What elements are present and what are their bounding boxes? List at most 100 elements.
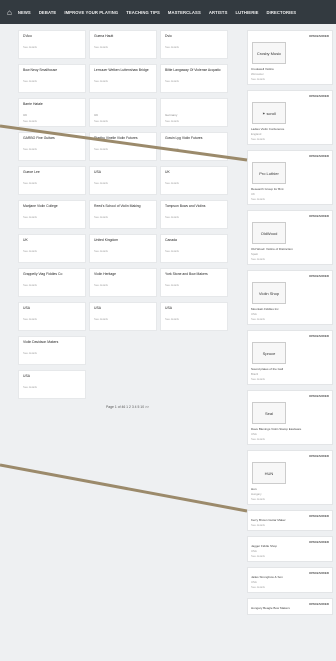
sidebar-listing-card[interactable]: OPEN/ADDED HUN Hun Hungary See details bbox=[247, 450, 333, 505]
home-icon[interactable]: ⌂ bbox=[7, 8, 12, 17]
card-details-link[interactable]: See details bbox=[94, 79, 152, 83]
listing-thumbnail[interactable]: Violin Shop bbox=[252, 282, 286, 304]
directory-card[interactable]: UK See details bbox=[160, 166, 228, 195]
listing-title[interactable]: Hungary Beagle Bow Makers bbox=[251, 606, 329, 610]
card-details-link[interactable]: See details bbox=[23, 317, 81, 321]
card-details-link[interactable]: See details bbox=[165, 215, 223, 219]
directory-card[interactable]: Grappelly Viag Fiddles Co See details bbox=[18, 268, 86, 297]
listing-title[interactable]: Kerry Brown Guitar Maker bbox=[251, 518, 329, 522]
directory-card[interactable]: Bow Neuy Smallhouse See details bbox=[18, 64, 86, 93]
listing-title[interactable]: Dave Blenings Violin Stamp Eastware bbox=[251, 427, 329, 431]
directory-card[interactable]: Tompson Bows and Violins See details bbox=[160, 200, 228, 229]
listing-title[interactable]: Mountain Fiddles Inc bbox=[251, 307, 329, 311]
card-details-link[interactable]: See details bbox=[94, 283, 152, 287]
card-details-link[interactable]: See details bbox=[165, 181, 223, 185]
sidebar-listing-card[interactable]: OPEN/ADDED Spruce Sound plates of the Gall… bbox=[247, 330, 333, 385]
directory-card[interactable]: UK See details bbox=[89, 98, 157, 127]
directory-card[interactable]: Guena Hautt See details bbox=[89, 30, 157, 59]
directory-card[interactable]: Biltie Langaway Of Violense Acqustic See … bbox=[160, 64, 228, 93]
sidebar-listing-card[interactable]: OPEN/ADDED Kerry Brown Guitar Maker See de… bbox=[247, 510, 333, 531]
directory-card[interactable]: USA See details bbox=[160, 302, 228, 331]
listing-title[interactable]: Jailes Strongbow & Son bbox=[251, 575, 329, 579]
listing-thumbnail[interactable]: Pro Luthier bbox=[252, 162, 286, 184]
directory-card[interactable]: Barrie Hatale UK See details bbox=[18, 98, 86, 127]
listing-thumbnail[interactable]: Crosby Music bbox=[252, 42, 286, 64]
sidebar-listing-card[interactable]: OPEN/ADDED Pro Luthier Research Group for … bbox=[247, 150, 333, 205]
sidebar-listing-card[interactable]: OPEN/ADDED Jailes Strongbow & Son USA See d… bbox=[247, 567, 333, 593]
card-details-link[interactable]: See details bbox=[165, 147, 223, 151]
directory-card[interactable]: United Kingdom See details bbox=[89, 234, 157, 263]
listing-title[interactable]: Hun bbox=[251, 487, 329, 491]
listing-title[interactable]: Crookwell Violins bbox=[251, 67, 329, 71]
listing-details-link[interactable]: See details bbox=[251, 197, 329, 201]
sidebar-listing-card[interactable]: OPEN/ADDED Hungary Beagle Bow Makers bbox=[247, 598, 333, 615]
listing-title[interactable]: Old Wood: Violins of Distinction bbox=[251, 247, 329, 251]
card-details-link[interactable]: See details bbox=[23, 79, 81, 83]
directory-card[interactable]: Riarthu Vinelle Violin Futures See detail… bbox=[89, 132, 157, 161]
listing-details-link[interactable]: See details bbox=[251, 317, 329, 321]
directory-card[interactable]: Reed's School of Violin Making See detail… bbox=[89, 200, 157, 229]
listing-thumbnail[interactable]: Spruce bbox=[252, 342, 286, 364]
listing-details-link[interactable]: See details bbox=[251, 523, 329, 527]
listing-title[interactable]: Jagger Fiddle Shop bbox=[251, 544, 329, 548]
listing-title[interactable]: Ladies Violin Conference bbox=[251, 127, 329, 131]
listing-details-link[interactable]: See details bbox=[251, 257, 329, 261]
directory-card[interactable]: Violin Davidson Makers See details bbox=[18, 336, 86, 365]
listing-thumbnail[interactable]: HUN bbox=[252, 462, 286, 484]
listing-thumbnail[interactable]: OldWood bbox=[252, 222, 286, 244]
card-details-link[interactable]: See details bbox=[165, 317, 223, 321]
listing-thumbnail[interactable]: ✶ scroll bbox=[252, 102, 286, 124]
card-details-link[interactable]: See details bbox=[23, 147, 81, 151]
card-details-link[interactable]: See details bbox=[23, 283, 81, 287]
directory-card[interactable]: USA See details bbox=[18, 370, 86, 399]
listing-details-link[interactable]: See details bbox=[251, 377, 329, 381]
card-details-link[interactable]: See details bbox=[94, 45, 152, 49]
nav-directories[interactable]: DIRECTORIES bbox=[266, 10, 296, 15]
card-details-link[interactable]: See details bbox=[23, 45, 81, 49]
nav-luthierie[interactable]: LUTHIERIE bbox=[235, 10, 258, 15]
nav-improve-your-playing[interactable]: IMPROVE YOUR PLAYING bbox=[64, 10, 118, 15]
nav-teaching-tips[interactable]: TEACHING TIPS bbox=[126, 10, 160, 15]
directory-card[interactable]: Lemuuer Welken Luttenshaw Bridge See deta… bbox=[89, 64, 157, 93]
sidebar-listing-card[interactable]: OPEN/ADDED ✶ scroll Ladies Violin Conferen… bbox=[247, 90, 333, 145]
directory-card[interactable]: Violin Heritage See details bbox=[89, 268, 157, 297]
listing-details-link[interactable]: See details bbox=[251, 137, 329, 141]
card-details-link[interactable]: See details bbox=[23, 385, 81, 389]
directory-card[interactable]: UK See details bbox=[18, 234, 86, 263]
sidebar-listing-card[interactable]: OPEN/ADDED Jagger Fiddle Shop USA See detai… bbox=[247, 536, 333, 562]
card-details-link[interactable]: See details bbox=[23, 181, 81, 185]
card-details-link[interactable]: See details bbox=[94, 147, 152, 151]
directory-card[interactable]: D'Avo See details bbox=[18, 30, 86, 59]
card-details-link[interactable]: See details bbox=[94, 215, 152, 219]
nav-news[interactable]: NEWS bbox=[18, 10, 31, 15]
directory-card[interactable]: Marijane Violin College See details bbox=[18, 200, 86, 229]
sidebar-listing-card[interactable]: OPEN/ADDED Seal Dave Blenings Violin Stamp… bbox=[247, 390, 333, 445]
card-details-link[interactable]: See details bbox=[23, 215, 81, 219]
listing-details-link[interactable]: See details bbox=[251, 497, 329, 501]
directory-card[interactable]: Gueoe Lee See details bbox=[18, 166, 86, 195]
card-details-link[interactable]: See details bbox=[23, 351, 81, 355]
card-details-link[interactable]: See details bbox=[165, 119, 223, 123]
card-details-link[interactable]: See details bbox=[94, 317, 152, 321]
nav-debate[interactable]: DEBATE bbox=[39, 10, 57, 15]
card-details-link[interactable]: See details bbox=[94, 119, 152, 123]
listing-title[interactable]: Research Group for Bmt bbox=[251, 187, 329, 191]
card-details-link[interactable]: See details bbox=[94, 249, 152, 253]
directory-card[interactable]: Germany See details bbox=[160, 98, 228, 127]
directory-card[interactable]: Gowin Lyg Violin Futures See details bbox=[160, 132, 228, 161]
nav-artists[interactable]: ARTISTS bbox=[209, 10, 228, 15]
sidebar-listing-card[interactable]: OPEN/ADDED Violin Shop Mountain Fiddles In… bbox=[247, 270, 333, 325]
nav-masterclass[interactable]: MASTERCLASS bbox=[168, 10, 201, 15]
listing-title[interactable]: Sound plates of the Gall bbox=[251, 367, 329, 371]
directory-card[interactable]: York Stone and Bow Makers See details bbox=[160, 268, 228, 297]
sidebar-listing-card[interactable]: OPEN/ADDED Crosby Music Crookwell Violins W… bbox=[247, 30, 333, 85]
listing-details-link[interactable]: See details bbox=[251, 77, 329, 81]
pagination[interactable]: Page 1 of 46 1 2 3 4 5 10 >> bbox=[18, 405, 237, 409]
directory-card[interactable]: Canada See details bbox=[160, 234, 228, 263]
listing-details-link[interactable]: See details bbox=[251, 585, 329, 589]
listing-details-link[interactable]: See details bbox=[251, 437, 329, 441]
card-details-link[interactable]: See details bbox=[23, 249, 81, 253]
directory-card[interactable]: USA See details bbox=[89, 302, 157, 331]
directory-card[interactable]: GARBO Fine Guitars See details bbox=[18, 132, 86, 161]
directory-card[interactable]: Dvio See details bbox=[160, 30, 228, 59]
